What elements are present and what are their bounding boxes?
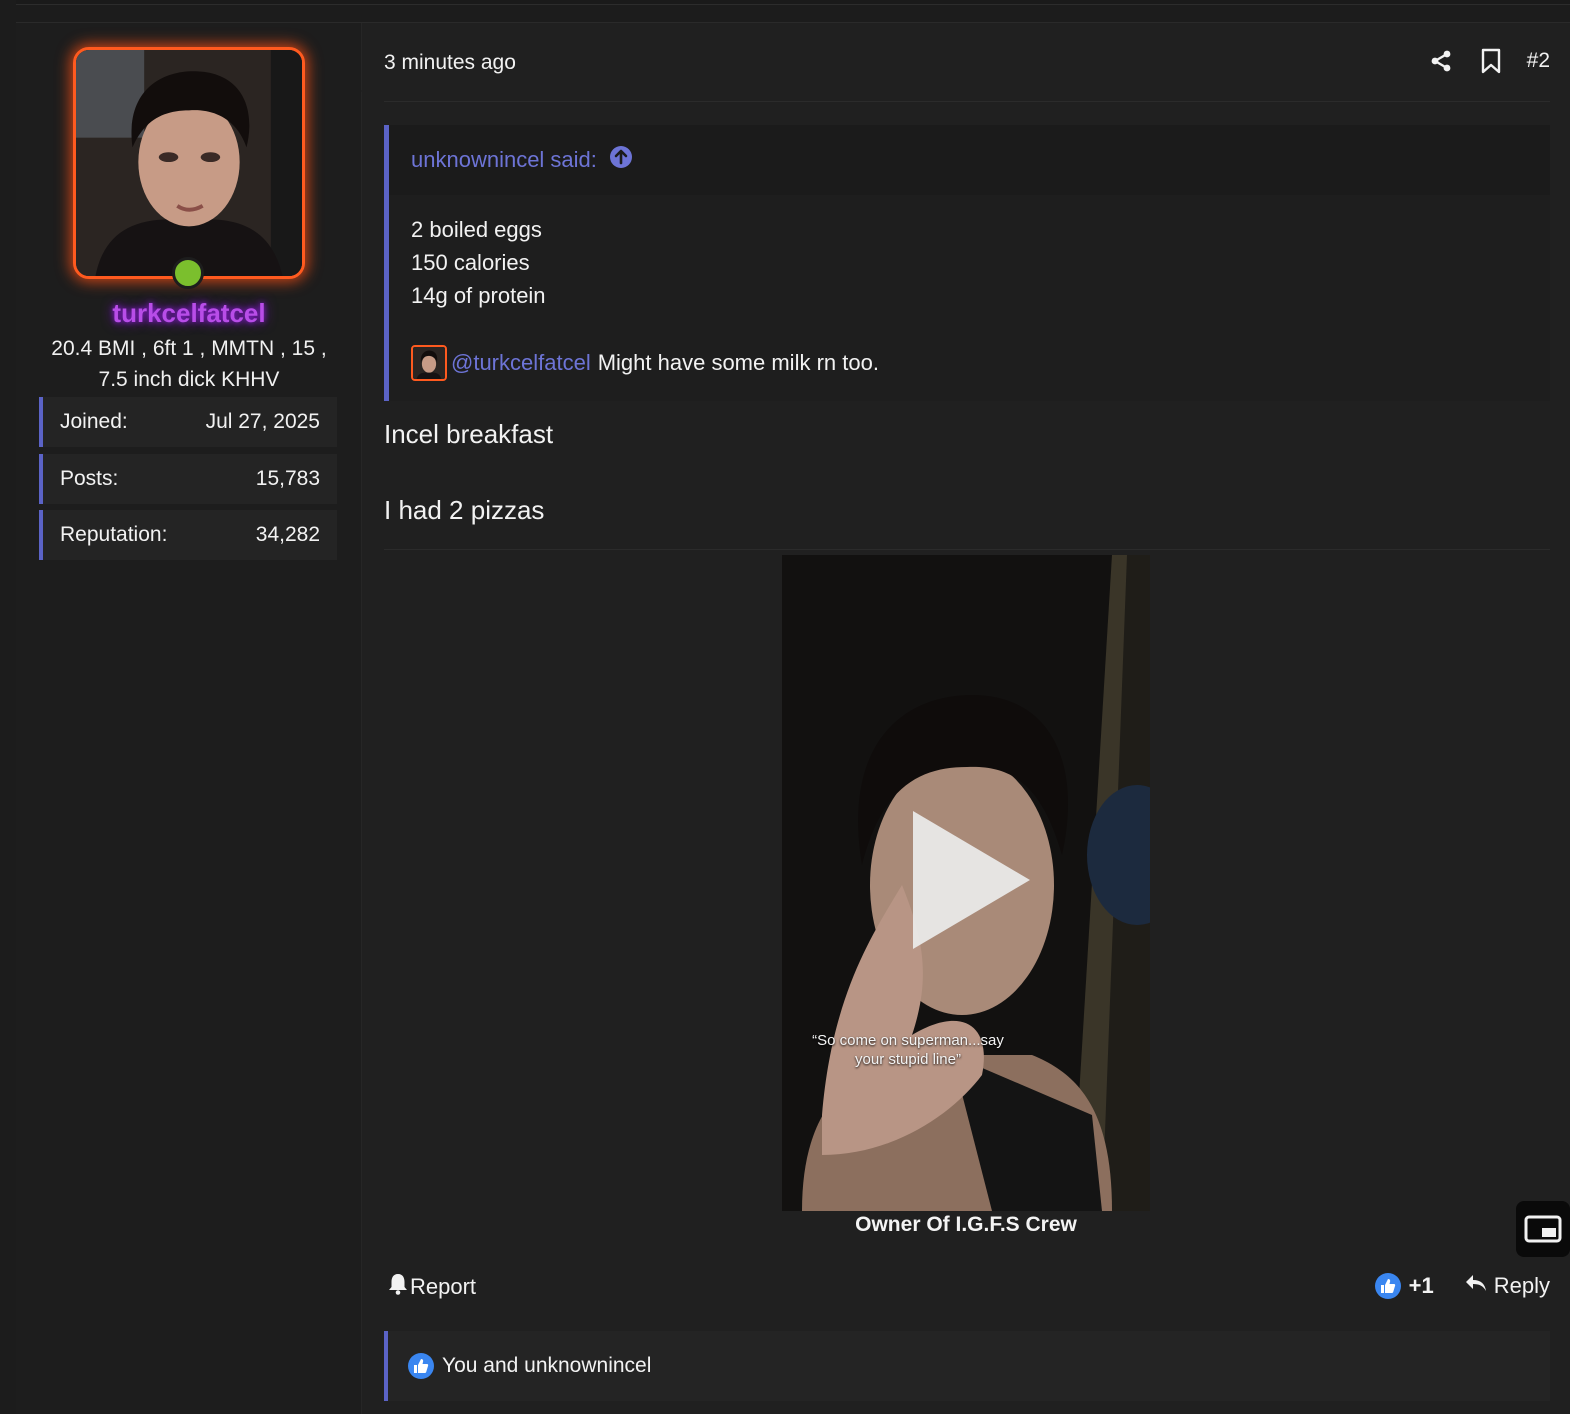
quote-line: 150 calories: [411, 250, 530, 275]
quote-line: 2 boiled eggs: [411, 217, 542, 242]
quote-header[interactable]: unknownincel said:: [389, 125, 1550, 195]
quote-line: 14g of protein: [411, 283, 546, 308]
online-indicator: [172, 257, 204, 289]
user-title: 20.4 BMI , 6ft 1 , MMTN , 15 , 7.5 inch …: [36, 333, 342, 395]
user-title-line-2: 7.5 inch dick KHHV: [98, 368, 280, 391]
stat-label: Joined:: [60, 410, 128, 433]
mention-link[interactable]: @turkcelfatcel: [451, 350, 591, 376]
top-divider: [16, 0, 1570, 5]
video-player[interactable]: “So come on superman...say your stupid l…: [782, 555, 1150, 1211]
reply-button[interactable]: Reply: [1464, 1273, 1550, 1299]
message-cell: 3 minutes ago #2 unknownincel said: 2 bo…: [384, 23, 1570, 1414]
reactions-bar[interactable]: You and unknownincel: [384, 1331, 1550, 1401]
stat-label: Reputation:: [60, 523, 168, 546]
user-cell: turkcelfatcel 20.4 BMI , 6ft 1 , MMTN , …: [16, 23, 373, 1414]
message-divider: [384, 549, 1550, 550]
stat-value: 34,282: [255, 523, 320, 546]
header-divider: [384, 101, 1550, 102]
like-icon: [408, 1353, 434, 1379]
video-thumbnail: [782, 555, 1150, 1211]
avatar[interactable]: [73, 47, 305, 279]
reply-icon: [1464, 1273, 1488, 1299]
stat-value: 15,783: [255, 467, 320, 490]
post-number[interactable]: #2: [1527, 49, 1550, 73]
video-title: Owner Of I.G.F.S Crew: [855, 1213, 1077, 1236]
quote-block: unknownincel said: 2 boiled eggs 150 cal…: [384, 125, 1550, 401]
reactions-text[interactable]: You and unknownincel: [442, 1354, 651, 1378]
like-icon[interactable]: [1374, 1273, 1401, 1299]
post-date[interactable]: 3 minutes ago: [384, 51, 516, 75]
message-line: I had 2 pizzas: [384, 495, 545, 525]
mini-avatar[interactable]: [411, 345, 447, 381]
quote-body: 2 boiled eggs 150 calories 14g of protei…: [411, 213, 546, 312]
bell-icon: [388, 1273, 408, 1301]
arrow-up-circle-icon[interactable]: [609, 145, 633, 175]
stat-joined: Joined: Jul 27, 2025: [39, 397, 337, 447]
stat-reputation: Reputation: 34,282: [39, 510, 337, 560]
post-container: turkcelfatcel 20.4 BMI , 6ft 1 , MMTN , …: [16, 22, 1570, 1414]
footer-actions: +1 Reply: [1374, 1273, 1550, 1299]
video-caption: “So come on superman...say your stupid l…: [812, 1032, 1004, 1068]
share-icon[interactable]: [1427, 47, 1455, 75]
stat-posts[interactable]: Posts: 15,783: [39, 454, 337, 504]
reply-label: Reply: [1493, 1273, 1550, 1298]
bookmark-icon[interactable]: [1477, 47, 1505, 75]
avatar-image: [76, 50, 302, 276]
like-count[interactable]: +1: [1409, 1273, 1434, 1299]
picture-in-picture-icon[interactable]: [1516, 1201, 1570, 1257]
stat-label: Posts:: [60, 467, 119, 490]
report-label: Report: [410, 1274, 477, 1299]
user-title-line-1: 20.4 BMI , 6ft 1 , MMTN , 15 ,: [51, 337, 327, 360]
message-line: Incel breakfast: [384, 419, 554, 449]
post-actions: #2: [1427, 47, 1550, 75]
report-button[interactable]: Report: [388, 1273, 476, 1301]
quote-mention-line: @turkcelfatcel Might have some milk rn t…: [411, 345, 879, 381]
mention-text: Might have some milk rn too.: [597, 350, 879, 375]
quote-author[interactable]: unknownincel said:: [411, 147, 597, 173]
stat-value: Jul 27, 2025: [205, 410, 320, 433]
user-cell-arrow: [361, 77, 373, 105]
username[interactable]: turkcelfatcel: [16, 298, 362, 329]
